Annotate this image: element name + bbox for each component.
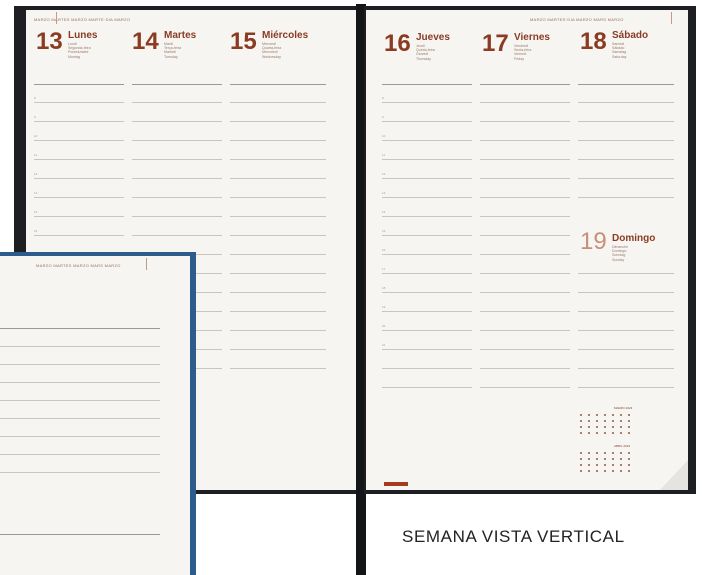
mini-calendar-title: ABRIL 2023 [614, 444, 631, 448]
day-name: Domingo [612, 233, 656, 244]
day-number: 19 [580, 228, 607, 255]
hour-label: 20 [382, 324, 386, 328]
hour-label: 14 [382, 210, 386, 214]
day-number: 15 [230, 28, 257, 55]
day-block-16: 16 Jueves Jeudi Quinta-feira Giovedì Thu… [384, 32, 474, 72]
day-block-18: 18 Sábado Samedi Sábado Samstag Saturday [580, 30, 680, 70]
day-name: Miércoles [262, 30, 309, 41]
header-marker-line [671, 12, 672, 24]
hour-label: 11 [382, 153, 386, 157]
day-name: Sábado [612, 30, 649, 41]
day-block-13: 13 Lunes Lundi Segunda-feira Poniedziałe… [36, 30, 126, 70]
day-number: 13 [36, 28, 63, 55]
caption-text: SEMANA VISTA VERTICAL [402, 527, 625, 546]
day-number: 18 [580, 28, 607, 55]
day-translations: Samedi Sábado Samstag Saturday [612, 42, 627, 59]
page-corner-curl [660, 460, 688, 490]
day-translations: Dimanche Domingo Sonntag Sunday [612, 245, 629, 262]
hour-label: 10 [34, 134, 38, 138]
hour-label: 21 [382, 343, 386, 347]
hour-label: 18 [382, 286, 386, 290]
day-translations: Lundi Segunda-feira Poniedziałek Montag [68, 42, 91, 59]
mini-calendar-grid [580, 452, 630, 472]
day-name: Viernes [514, 32, 550, 43]
hour-label: 15 [382, 229, 386, 233]
header-marker-line [56, 12, 57, 24]
hour-label: 14 [34, 210, 38, 214]
mini-calendar-april: ABRIL 2023 [578, 444, 652, 478]
day-block-14: 14 Martes Mardi Terça-feira Martedì Tues… [132, 30, 222, 70]
mini-calendar-grid [580, 414, 630, 434]
left-page-header: MARZO MARTES MARZO MARTE·DIA MARZO [34, 17, 130, 22]
day-block-17: 17 Viernes Vendredi Sexta-feira Venerdì … [482, 32, 572, 72]
hour-label: 19 [382, 305, 386, 309]
hour-label: 9 [382, 115, 384, 119]
hour-label: 13 [34, 191, 38, 195]
mini-calendar-march: MARZO 2023 [578, 406, 652, 440]
hour-label: 12 [382, 172, 386, 176]
day-name: Jueves [416, 32, 450, 43]
day-name: Lunes [68, 30, 98, 41]
day-number: 17 [482, 30, 509, 57]
hour-label: 8 [382, 96, 384, 100]
hour-label: 15 [34, 229, 38, 233]
header-right-text: MARZO MARTES·DIA MARZO MARS MARZO [530, 17, 624, 22]
day-block-19: 19 Domingo Dimanche Domingo Sonntag Sund… [580, 230, 680, 270]
mini-calendar-title: MARZO 2023 [614, 406, 633, 410]
day-number: 16 [384, 30, 411, 57]
ribbon-bookmark [384, 482, 408, 486]
small-header-text: MARZO MARTES MARZO MARS MARZO [36, 263, 121, 268]
day-name: Martes [164, 30, 197, 41]
blue-planner-ruled-area [0, 320, 170, 560]
hour-label: 9 [34, 115, 36, 119]
day-block-15: 15 Miércoles Mercredi Quarta-feira Merco… [230, 30, 330, 70]
day-translations: Mardi Terça-feira Martedì Tuesday [164, 42, 181, 59]
day-translations: Vendredi Sexta-feira Venerdì Friday [514, 44, 532, 61]
hour-label: 16 [382, 248, 386, 252]
hour-label: 17 [382, 267, 386, 271]
hour-label: 8 [34, 96, 36, 100]
header-marker-line [146, 258, 147, 270]
day-number: 14 [132, 28, 159, 55]
blue-planner-header: MARZO MARTES MARZO MARS MARZO [36, 263, 121, 268]
header-left-text: MARZO MARTES MARZO MARTE·DIA MARZO [34, 17, 131, 22]
hour-label: 10 [382, 134, 386, 138]
hour-label: 11 [34, 153, 38, 157]
hour-label: 13 [382, 191, 386, 195]
day-translations: Mercredi Quarta-feira Mercoledì Wednesda… [262, 42, 282, 59]
day-translations: Jeudi Quinta-feira Giovedì Thursday [416, 44, 435, 61]
hour-label: 12 [34, 172, 38, 176]
right-page-header: MARZO MARTES·DIA MARZO MARS MARZO [530, 17, 624, 22]
